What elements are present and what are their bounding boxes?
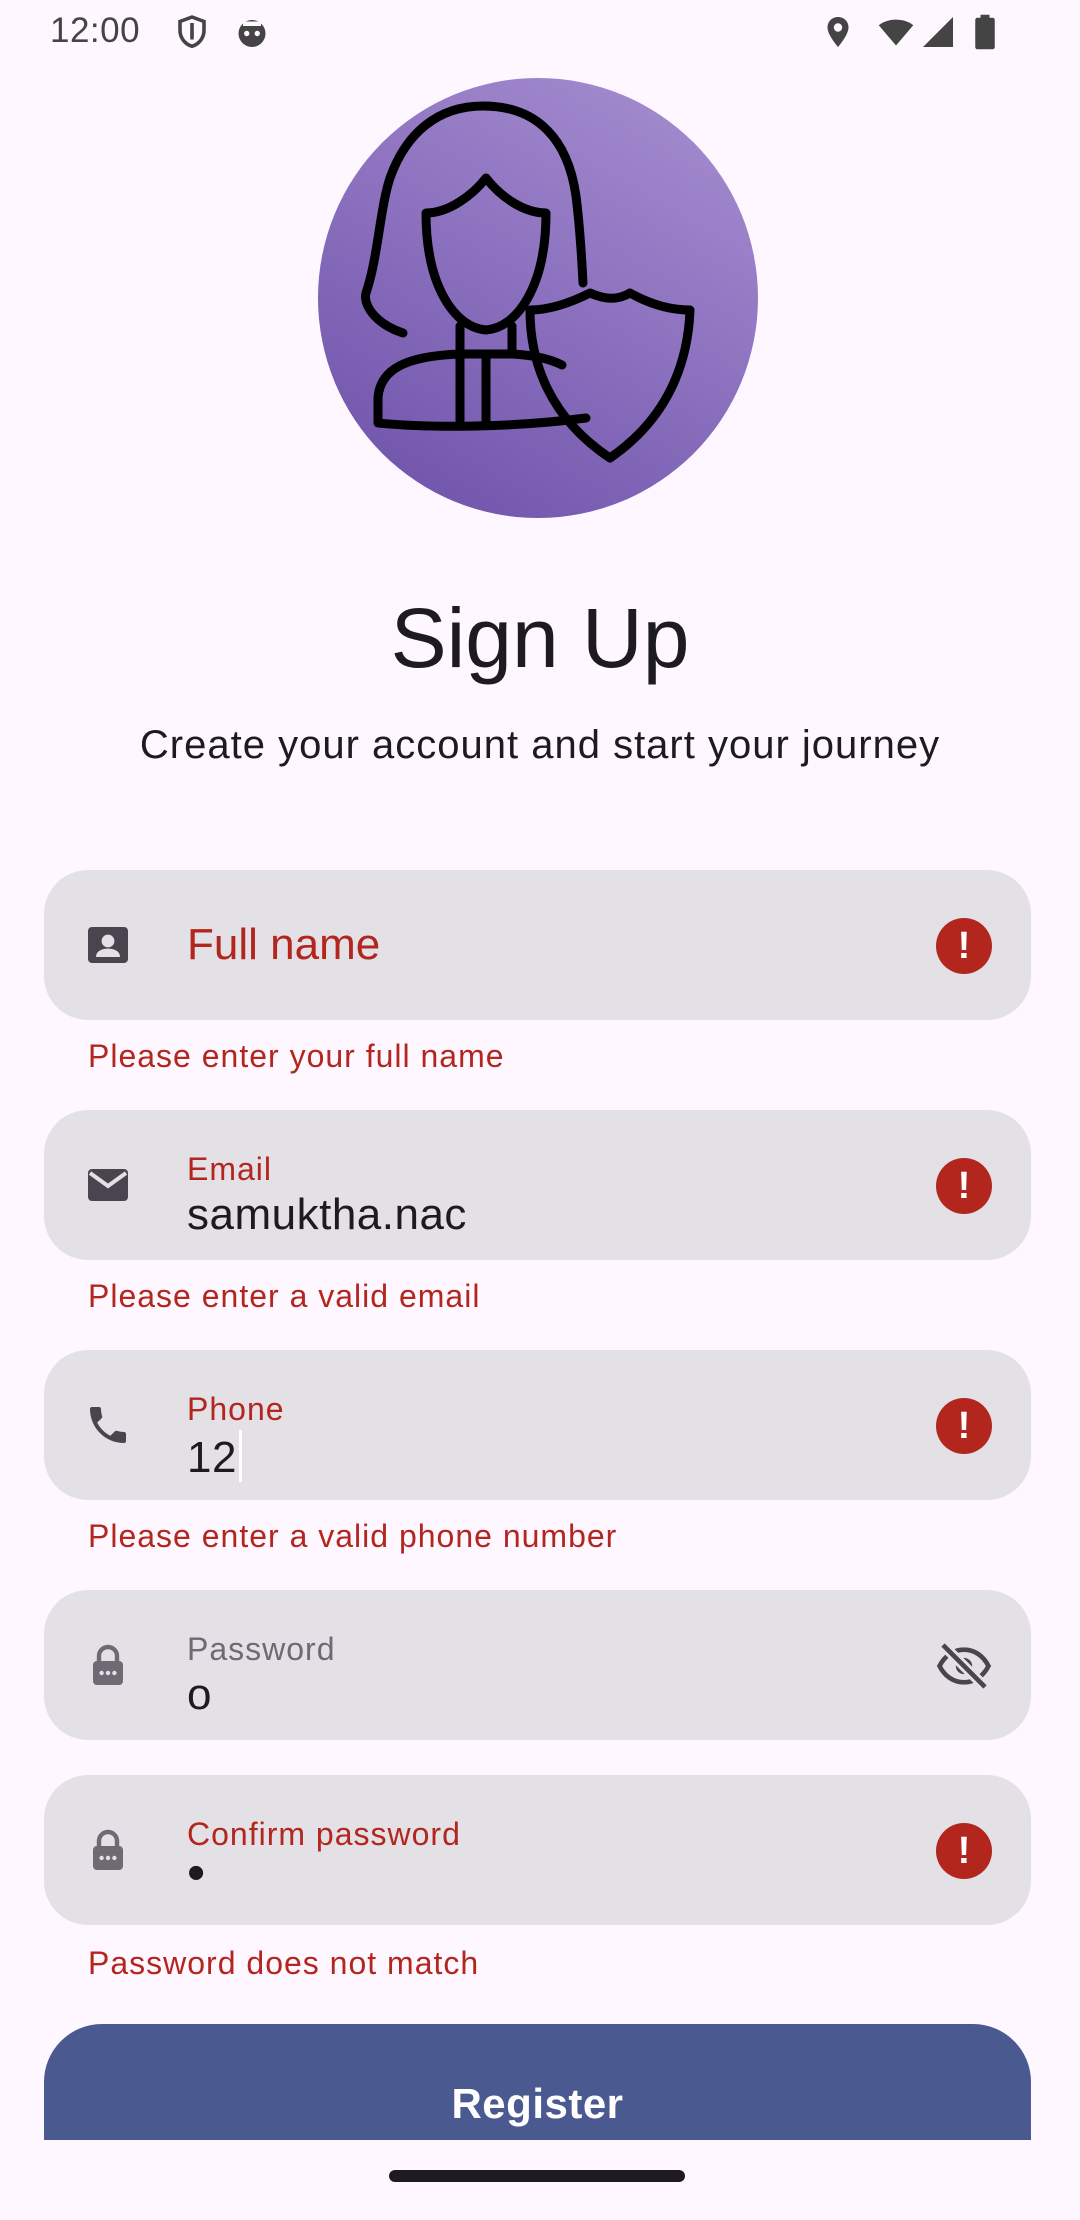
password-field[interactable]: Password o — [44, 1590, 1031, 1740]
lock-icon — [93, 1829, 123, 1870]
full-name-error-text: Please enter your full name — [88, 1038, 505, 1074]
visibility-off-icon[interactable] — [936, 1638, 992, 1694]
email-input[interactable]: samuktha.nac — [187, 1190, 467, 1240]
status-bar: 12:00 — [0, 0, 1080, 64]
phone-value: 12 — [187, 1433, 237, 1482]
phone-icon — [90, 1407, 126, 1443]
user-shield-icon — [361, 101, 695, 463]
full-name-error-icon: ! — [936, 918, 992, 974]
phone-field[interactable]: Phone 12 ! — [44, 1350, 1031, 1500]
email-field[interactable]: Email samuktha.nac ! — [44, 1110, 1031, 1260]
battery-icon — [975, 14, 995, 50]
wifi-icon — [878, 19, 914, 46]
mail-icon — [88, 1169, 128, 1201]
phone-error-text: Please enter a valid phone number — [88, 1518, 618, 1554]
location-icon — [827, 17, 849, 47]
email-error-text: Please enter a valid email — [88, 1278, 481, 1314]
email-label: Email — [187, 1151, 273, 1187]
lock-icon — [93, 1644, 123, 1685]
text-cursor — [238, 1430, 242, 1482]
confirm-password-label: Confirm password — [187, 1816, 461, 1852]
password-input[interactable]: o — [187, 1670, 212, 1720]
full-name-label: Full name — [187, 920, 381, 969]
home-indicator[interactable] — [389, 2170, 685, 2182]
contact-card-icon — [88, 927, 128, 963]
signal-icon — [923, 17, 953, 47]
app-icon — [238, 20, 266, 47]
phone-label: Phone — [187, 1391, 285, 1427]
status-time: 12:00 — [50, 11, 141, 50]
page-title: Sign Up — [390, 591, 690, 685]
confirm-password-error-icon: ! — [936, 1823, 992, 1879]
full-name-field[interactable]: Full name ! — [44, 870, 1031, 1020]
phone-input[interactable]: 12 — [187, 1430, 242, 1483]
page-subtitle: Create your account and start your journ… — [139, 723, 941, 767]
confirm-password-input[interactable]: • — [187, 1843, 206, 1903]
confirm-password-field[interactable]: Confirm password • ! — [44, 1775, 1031, 1925]
phone-error-icon: ! — [936, 1398, 992, 1454]
shield-icon — [178, 15, 206, 49]
avatar — [318, 78, 758, 518]
email-error-icon: ! — [936, 1158, 992, 1214]
confirm-password-error-text: Password does not match — [88, 1945, 480, 1981]
password-label: Password — [187, 1631, 336, 1667]
